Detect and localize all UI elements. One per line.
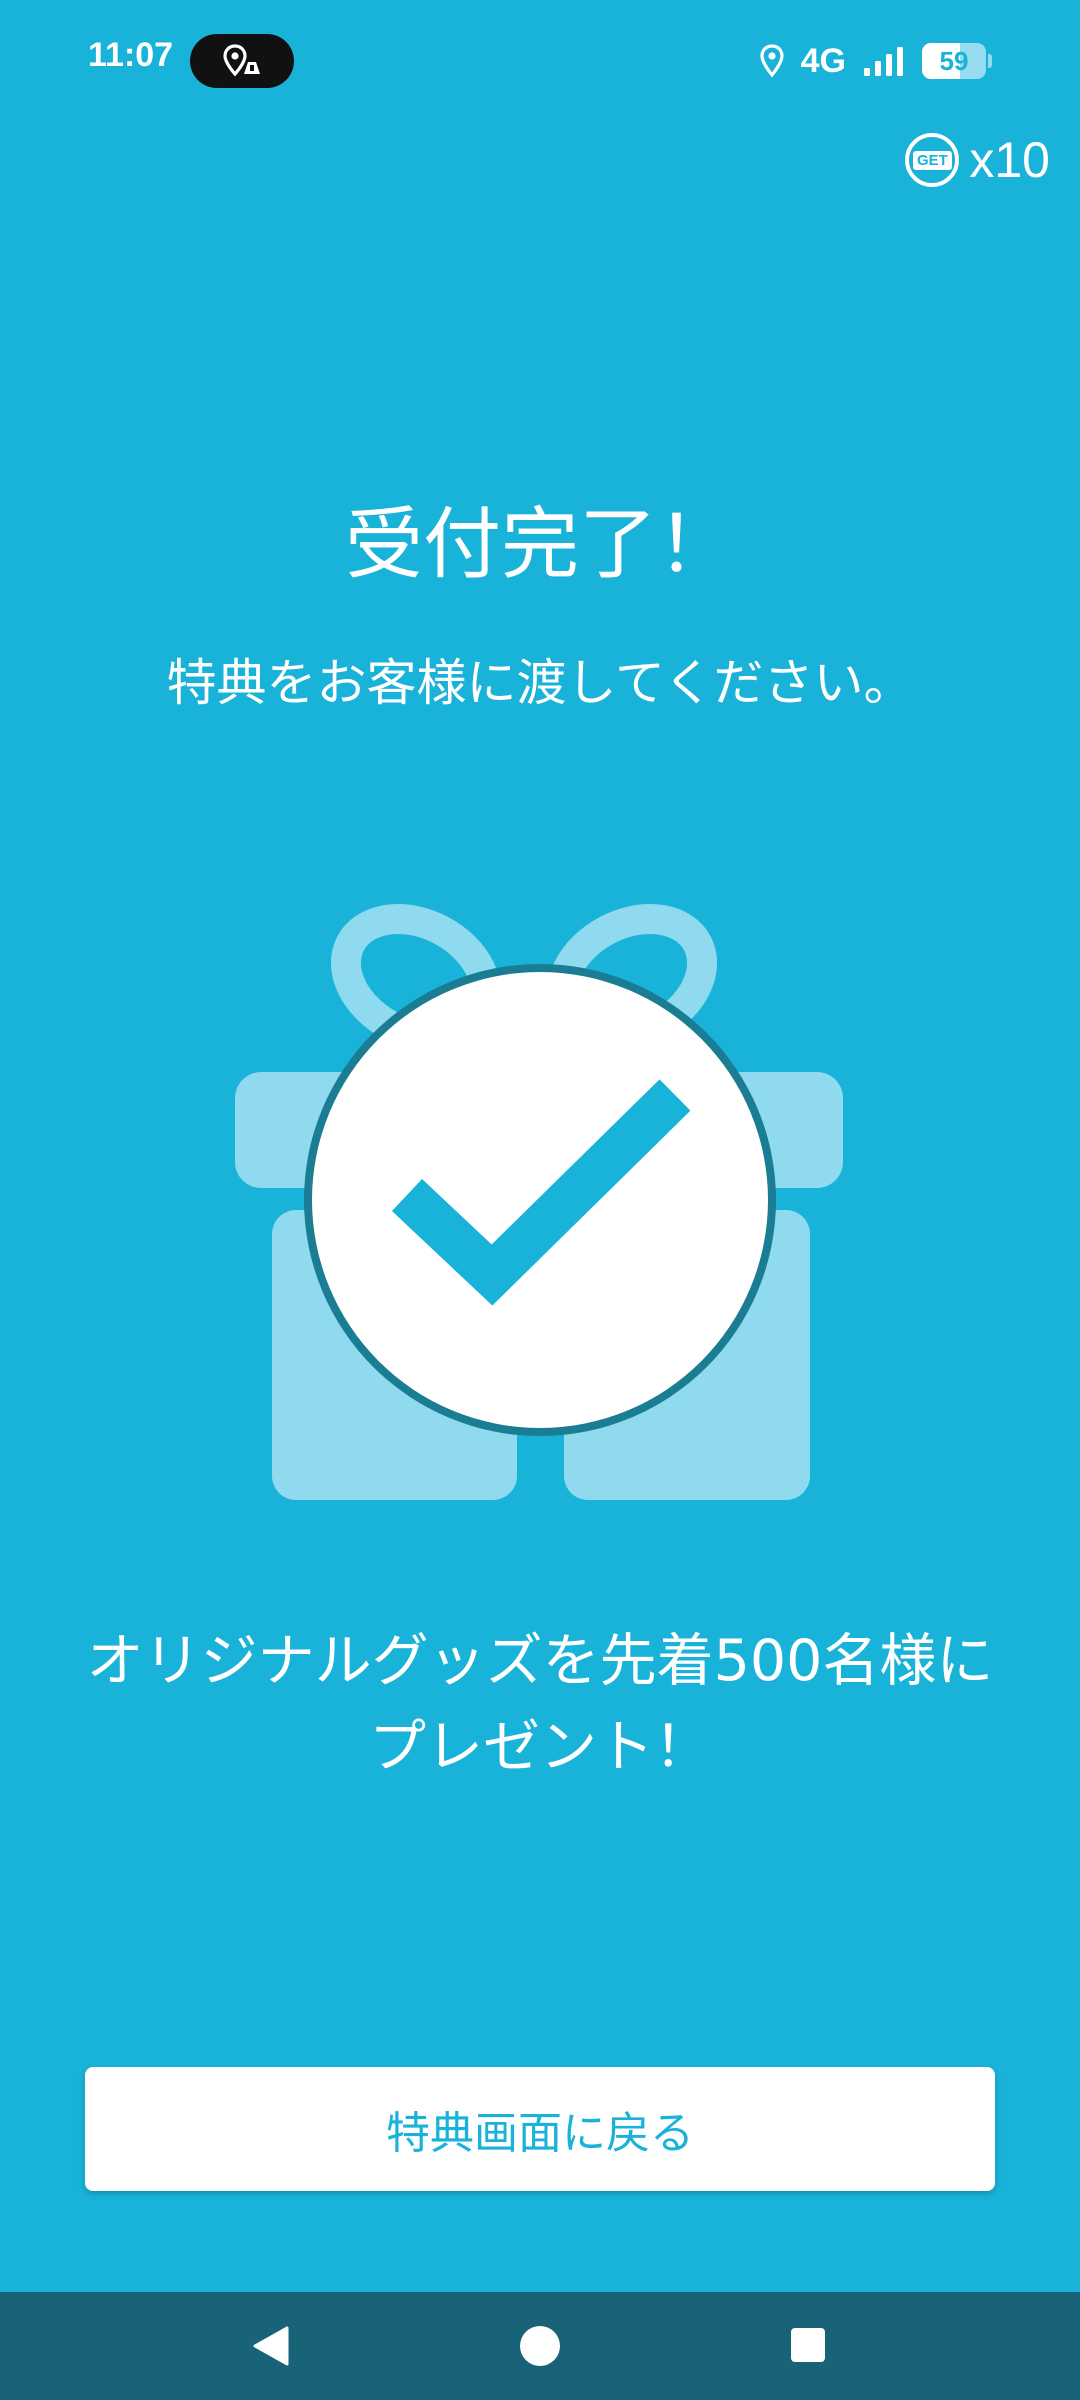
promo-text: オリジナルグッズを先着500名様に プレゼント！ xyxy=(0,1618,1080,1790)
back-to-benefits-button[interactable]: 特典画面に戻る xyxy=(85,2067,995,2191)
location-share-pill[interactable] xyxy=(190,34,294,88)
promo-line-1: オリジナルグッズを先着500名様に xyxy=(86,1628,994,1694)
get-badge-label: GET xyxy=(912,150,952,170)
location-share-icon xyxy=(223,44,260,77)
back-to-benefits-label: 特典画面に戻る xyxy=(386,2108,694,2159)
location-pin-icon xyxy=(760,44,784,78)
get-badge-icon: GET xyxy=(905,133,960,187)
page-subtitle: 特典をお客様に渡してください。 xyxy=(166,654,914,712)
status-icons: 4G 59 xyxy=(759,38,992,84)
nav-back-icon[interactable] xyxy=(251,2326,291,2366)
signal-icon xyxy=(864,47,903,76)
get-count: x10 xyxy=(969,132,1050,188)
promo-line-2: プレゼント！ xyxy=(369,1714,711,1780)
battery-percent: 59 xyxy=(939,46,969,76)
network-type: 4G xyxy=(800,41,846,80)
status-time: 11:07 xyxy=(88,36,174,74)
get-counter: GET x10 xyxy=(905,128,1050,192)
page-title: 受付完了！ xyxy=(344,500,735,590)
battery-icon: 59 xyxy=(922,43,992,79)
nav-recents-icon[interactable] xyxy=(791,2328,825,2362)
gift-check-icon xyxy=(235,904,843,1500)
system-nav-bar xyxy=(0,2292,1080,2400)
nav-home-icon[interactable] xyxy=(520,2326,560,2366)
